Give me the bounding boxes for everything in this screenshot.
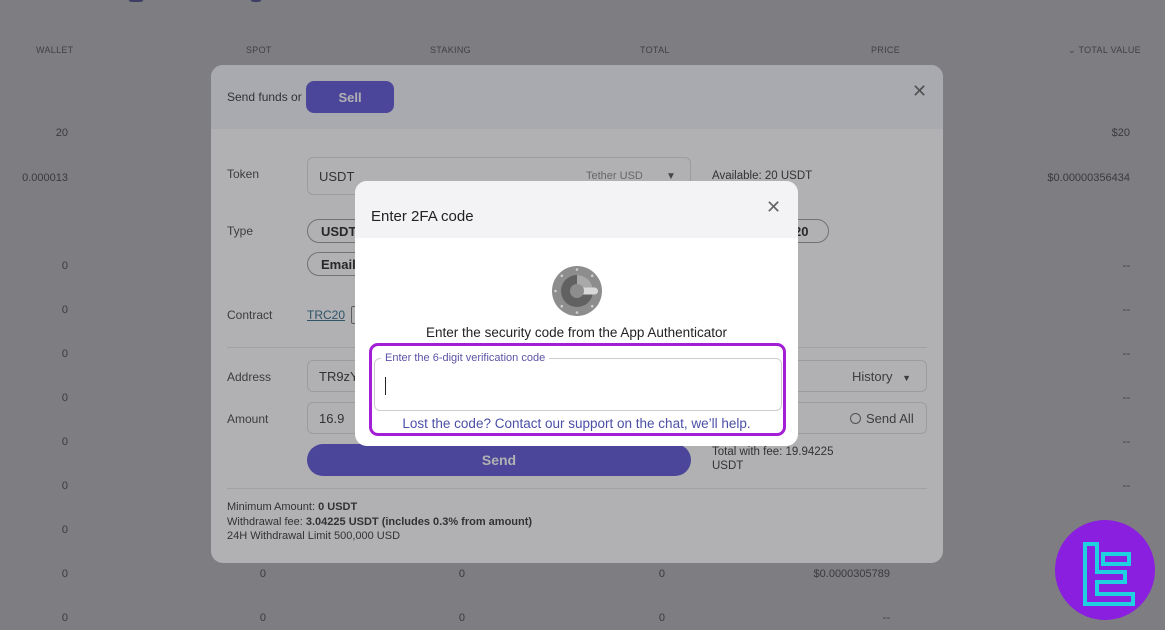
- twofa-title: Enter 2FA code: [371, 208, 474, 225]
- brand-logo-icon: [1055, 520, 1155, 620]
- authenticator-icon: [552, 266, 602, 316]
- twofa-modal: Enter 2FA code ✕ Enter the security code…: [355, 181, 798, 446]
- close-icon[interactable]: ✕: [766, 198, 781, 216]
- highlight-box: [369, 343, 786, 436]
- twofa-instruction: Enter the security code from the App Aut…: [426, 325, 727, 340]
